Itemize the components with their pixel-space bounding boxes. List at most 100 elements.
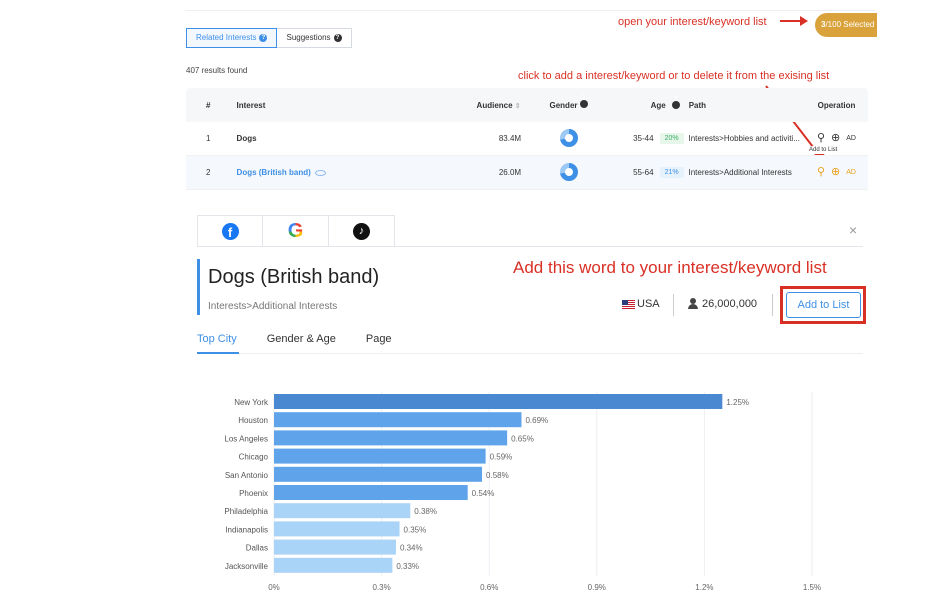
bar: [274, 485, 468, 500]
value-label: 0.58%: [486, 471, 509, 480]
value-label: 0.54%: [472, 489, 495, 498]
sort-icon: ⇕: [514, 102, 521, 110]
tab-suggestions[interactable]: Suggestions: [277, 28, 352, 48]
value-label: 0.69%: [525, 416, 548, 425]
category-label: Houston: [238, 416, 268, 425]
header-num: #: [206, 100, 211, 110]
annotation-open-list: open your interest/keyword list: [618, 16, 767, 28]
selected-list-button[interactable]: 3/100 Selected: [815, 13, 877, 37]
value-label: 0.33%: [396, 562, 419, 571]
search-icon[interactable]: ⚲: [817, 133, 825, 144]
row-num: 1: [206, 134, 211, 143]
help-icon: [579, 95, 588, 108]
help-icon: [333, 29, 342, 47]
divider: [772, 294, 773, 316]
row-operations: ⚲ ⊕ AD: [805, 133, 868, 144]
platform-tabs-divider: [197, 246, 863, 247]
top-divider: [185, 10, 875, 11]
add-circle-icon[interactable]: ⊕: [831, 167, 840, 178]
row-interest[interactable]: Dogs: [237, 134, 439, 143]
bar: [274, 557, 393, 573]
divider: [673, 294, 674, 316]
ad-icon[interactable]: AD: [846, 169, 856, 176]
interest-path: Interests>Additional Interests: [208, 301, 338, 312]
google-icon: G: [287, 220, 304, 242]
value-label: 0.35%: [404, 525, 427, 534]
row-interest[interactable]: Dogs (British band): [237, 168, 439, 177]
title-accent-bar: [197, 259, 200, 315]
header-gender: Gender: [527, 95, 611, 110]
row-age: 55-64 21%: [611, 167, 688, 178]
audience-size: 26,000,000: [702, 298, 758, 310]
value-label: 0.38%: [414, 507, 437, 516]
x-tick-label: 0.9%: [588, 583, 606, 592]
category-label: Phoenix: [239, 489, 268, 498]
tab-facebook[interactable]: f: [197, 215, 263, 247]
category-label: Philadelphia: [224, 507, 268, 516]
header-age: Age: [611, 96, 689, 110]
top-city-chart: 0% 0.3% 0.6% 0.9% 1.2% 1.5% New York 1.25% Houst…: [224, 392, 821, 592]
bar: [274, 521, 400, 537]
gender-donut: [527, 162, 611, 183]
detail-tabs: Top City Gender & Age Page: [197, 333, 392, 345]
age-percent-badge: 20%: [659, 133, 684, 144]
row-audience: 26.0M: [498, 168, 522, 177]
x-tick-label: 1.2%: [695, 583, 713, 592]
active-tab-indicator: [197, 352, 239, 354]
category-label: Los Angeles: [224, 434, 268, 443]
interest-title: Dogs (British band): [208, 266, 380, 288]
header-operation: Operation: [817, 100, 856, 110]
help-icon: [259, 29, 268, 47]
x-tick-label: 0.6%: [480, 583, 498, 592]
category-label: Chicago: [239, 453, 269, 462]
category-label: Dallas: [246, 544, 268, 553]
value-label: 1.25%: [726, 398, 749, 407]
row-num: 2: [206, 168, 211, 177]
selected-suffix: /100 Selected: [825, 20, 875, 29]
gender-donut: [527, 128, 611, 149]
tab-google[interactable]: G: [263, 215, 329, 247]
category-label: New York: [234, 398, 269, 407]
annotation-arrow-right-icon: [780, 16, 808, 26]
tab-related-interests[interactable]: Related Interests: [186, 28, 278, 48]
interest-tabs: Related Interests Suggestions: [186, 28, 352, 48]
tiktok-icon: ♪: [353, 223, 370, 240]
bar: [274, 430, 508, 446]
tab-tiktok[interactable]: ♪: [329, 215, 395, 247]
tab-related-interests-label: Related Interests: [196, 33, 257, 42]
platform-tabs: f G ♪: [197, 215, 395, 247]
category-label: Indianapolis: [225, 525, 268, 534]
tab-suggestions-label: Suggestions: [286, 33, 331, 42]
header-audience[interactable]: Audience ⇕: [439, 101, 527, 110]
category-label: San Antonio: [225, 471, 269, 480]
row-path: Interests>Hobbies and activiti...: [688, 134, 800, 143]
close-icon[interactable]: ×: [849, 222, 857, 238]
table-row: 1 Dogs 83.4M 35-44 20% Interests>Hobbies…: [186, 122, 868, 156]
add-circle-icon[interactable]: ⊕: [831, 133, 840, 144]
row-path: Interests>Additional Interests: [688, 168, 792, 177]
bar: [274, 448, 486, 464]
add-to-list-tooltip: Add to List: [806, 146, 841, 154]
bar: [274, 394, 723, 409]
tab-page[interactable]: Page: [366, 333, 392, 345]
bar: [274, 466, 483, 482]
add-to-list-button[interactable]: Add to List: [786, 292, 861, 318]
help-icon: [671, 96, 680, 109]
row-age: 35-44 20%: [611, 133, 688, 144]
usa-flag-icon: [622, 300, 635, 309]
row-operations: ⚲ ⊕ AD: [805, 167, 868, 178]
value-label: 0.59%: [490, 453, 513, 462]
detail-tabs-divider: [197, 353, 863, 354]
x-tick-label: 0.3%: [372, 583, 390, 592]
interest-table: # Interest Audience ⇕ Gender Age Path Op…: [186, 88, 868, 190]
bar: [274, 539, 396, 555]
eye-icon: [314, 169, 326, 176]
tab-top-city[interactable]: Top City: [197, 333, 237, 345]
category-label: Jacksonville: [225, 562, 269, 571]
ad-icon[interactable]: AD: [846, 135, 856, 142]
table-header: # Interest Audience ⇕ Gender Age Path Op…: [186, 88, 868, 122]
tab-gender-age[interactable]: Gender & Age: [267, 333, 336, 345]
annotation-add-delete: click to add a interest/keyword or to de…: [518, 70, 830, 82]
x-tick-label: 1.5%: [803, 583, 821, 592]
search-icon[interactable]: ⚲: [817, 167, 825, 178]
